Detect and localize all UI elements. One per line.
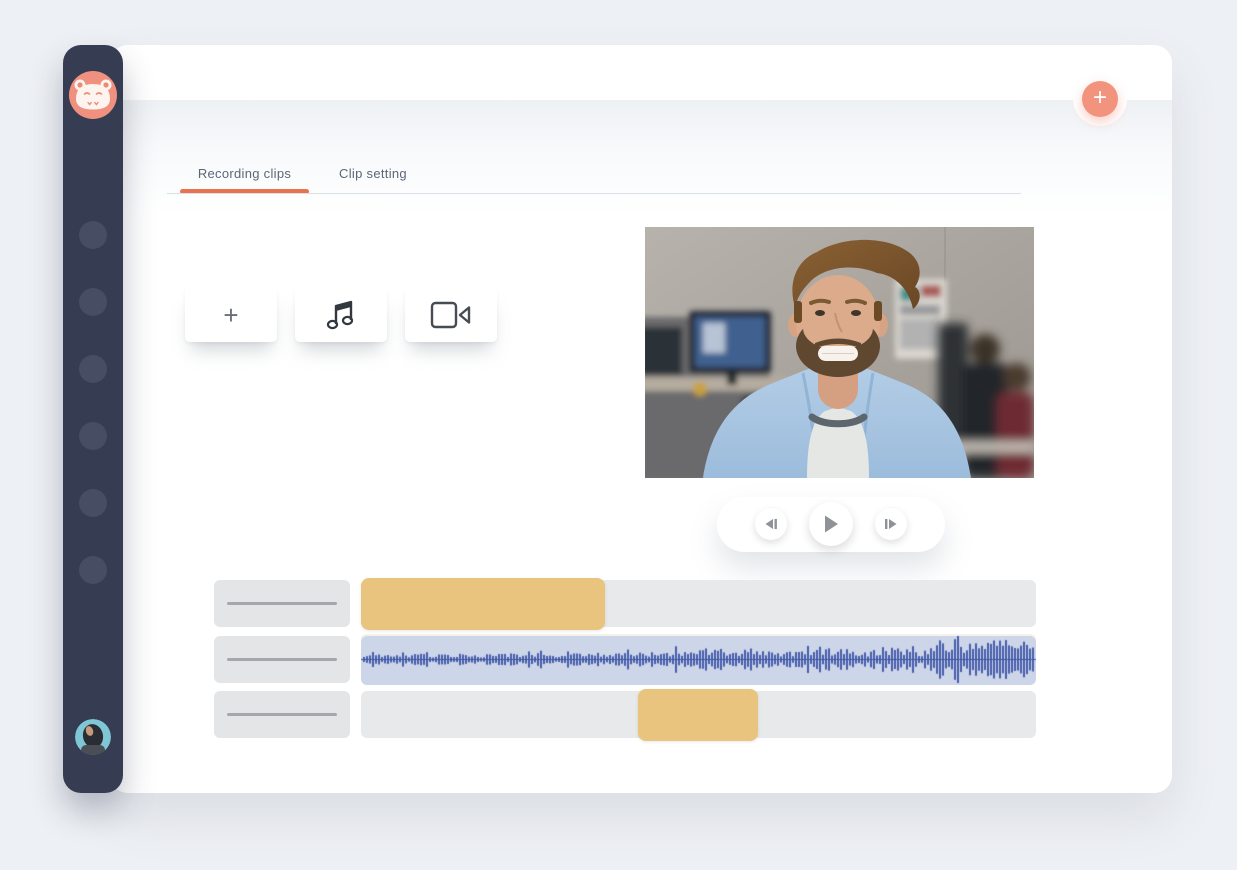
sidebar-nav [63,221,123,623]
sidebar-nav-item-4[interactable] [79,422,107,450]
app-logo [69,71,117,119]
track-3 [361,691,1036,738]
sidebar-nav-item-6[interactable] [79,556,107,584]
track-label-line [227,658,337,661]
previous-frame-button[interactable] [755,508,787,540]
play-button[interactable] [809,502,853,546]
waveform-canvas [361,634,1036,685]
track-label-line [227,602,337,605]
playback-bar [717,497,945,552]
tab-clip-setting[interactable]: Clip setting [318,163,428,197]
sidebar [63,45,123,793]
timeline-clip[interactable] [361,578,605,630]
next-frame-icon [884,518,898,530]
tab-bar-divider [167,193,1021,194]
video-preview-illustration [645,227,1034,478]
sidebar-nav-item-3[interactable] [79,355,107,383]
play-icon [823,515,839,533]
monkey-logo-icon [69,71,117,119]
user-avatar-image [75,719,111,755]
sidebar-nav-item-2[interactable] [79,288,107,316]
user-avatar[interactable] [75,719,111,755]
track-2-label [214,636,350,683]
tab-clip-setting-label: Clip setting [339,163,407,181]
sidebar-nav-item-1[interactable] [79,221,107,249]
track-3-label [214,691,350,738]
track-1-label [214,580,350,627]
tab-recording-clips-label: Recording clips [198,163,291,181]
sidebar-nav-item-5[interactable] [79,489,107,517]
next-frame-button[interactable] [875,508,907,540]
track-2 [361,635,1036,684]
panel-header [110,45,1172,100]
previous-frame-icon [764,518,778,530]
add-clip-button[interactable]: + [185,287,277,342]
tab-recording-clips[interactable]: Recording clips [180,163,309,197]
plus-icon: + [1093,86,1107,110]
track-label-line [227,713,337,716]
video-preview [645,227,1034,478]
add-video-button[interactable] [405,287,497,342]
add-fab-button[interactable]: + [1082,81,1118,117]
page-background: + Recording clips Clip setting + [0,0,1237,870]
video-camera-icon [430,301,472,329]
music-note-icon [326,299,356,331]
timeline-clip[interactable] [638,689,758,741]
track-1 [361,580,1036,627]
audio-waveform-clip[interactable] [361,634,1036,685]
plus-icon: + [223,302,238,328]
add-music-button[interactable] [295,287,387,342]
